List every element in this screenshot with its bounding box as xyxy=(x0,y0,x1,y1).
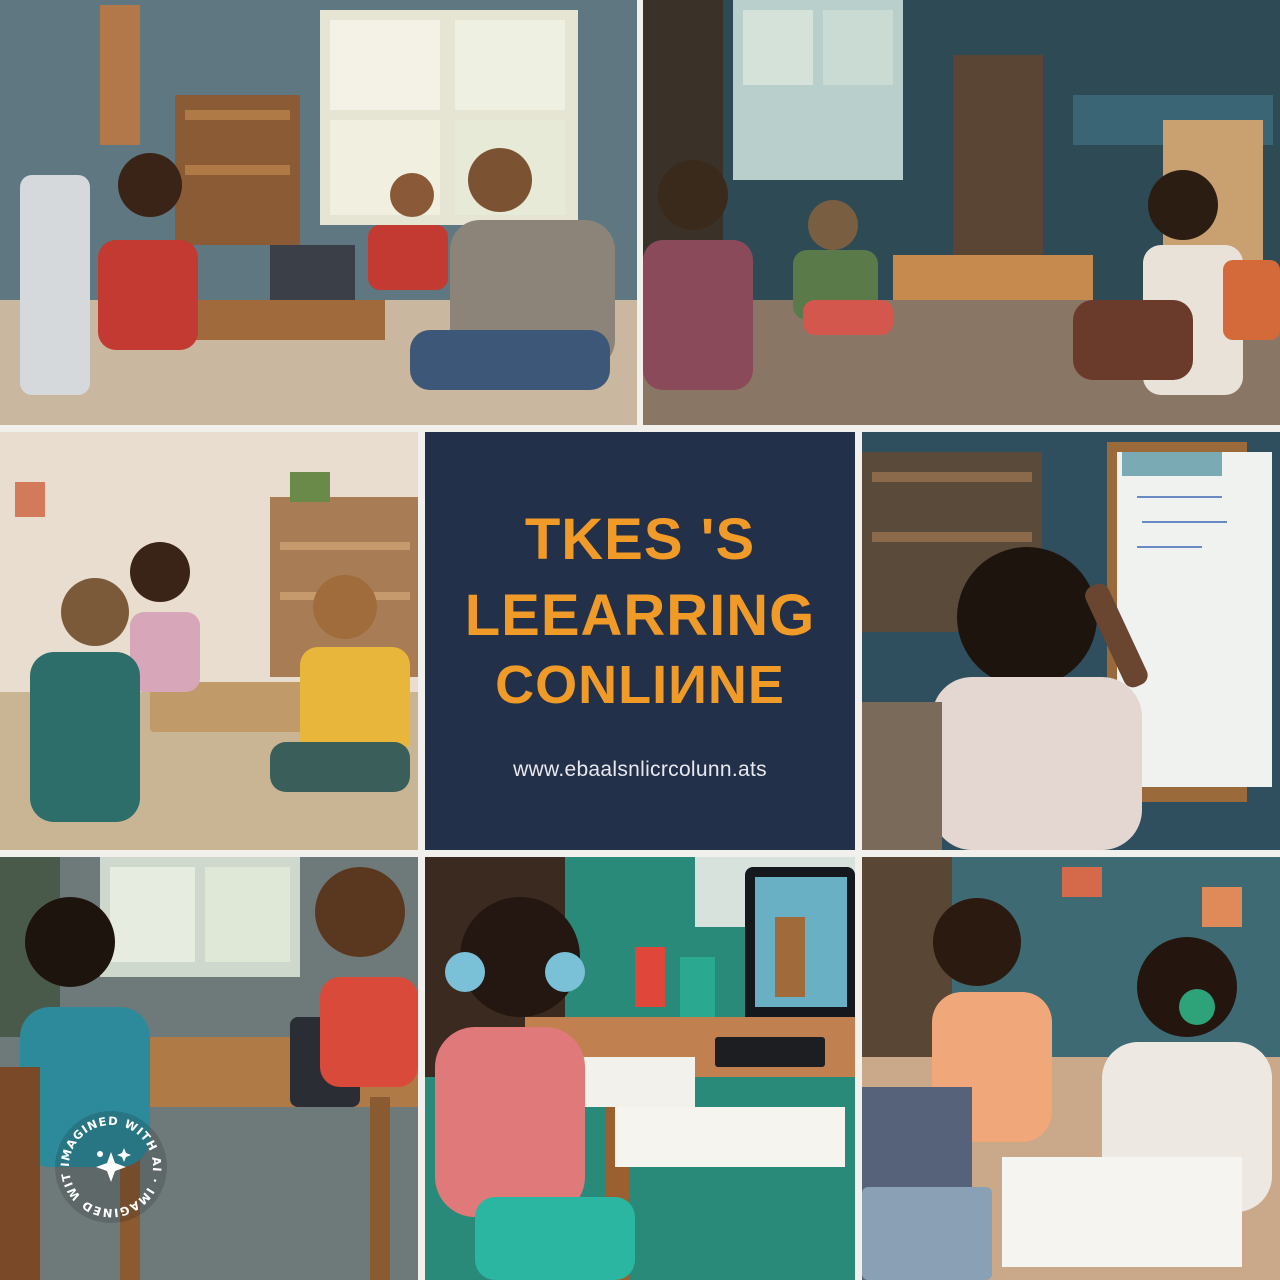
title-line-2: LEEARRING xyxy=(464,583,816,648)
website-url: www.ebaalsnlicrcolunn.ats xyxy=(513,758,767,781)
title-line-3: CONLIИNE xyxy=(495,655,785,715)
imagined-with-ai-badge: IMAGINED WITH AI · IMAGINED WITH AI · xyxy=(47,1097,170,1226)
photo-living-room-laptop xyxy=(0,0,637,425)
photo-kids-at-low-table xyxy=(0,432,418,850)
photo-girls-headphones-couch xyxy=(862,857,1280,1280)
title-card: TKES 'S LEEARRING CONLIИNE www.ebaalsnli… xyxy=(425,432,855,850)
title-line-1: TKES 'S xyxy=(524,507,756,572)
photo-girl-whiteboard xyxy=(862,432,1280,850)
photo-playroom-group xyxy=(643,0,1280,425)
photo-girl-headphones-computer xyxy=(425,857,855,1280)
